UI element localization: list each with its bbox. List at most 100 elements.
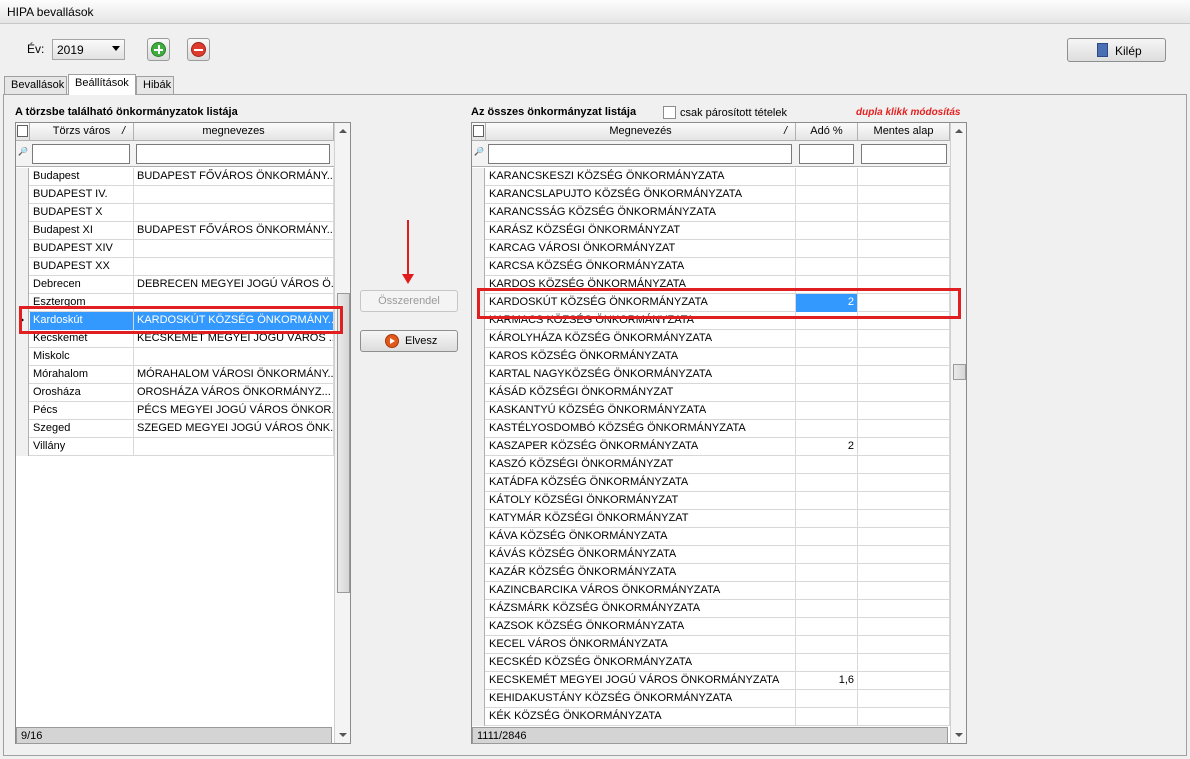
table-row[interactable]: Debrecen DEBRECEN MEGYEI JOGÚ VÁROS Ö...: [16, 276, 334, 294]
cell-exempt[interactable]: [858, 402, 950, 420]
cell-tax[interactable]: [796, 528, 858, 546]
cell-exempt[interactable]: [858, 636, 950, 654]
cell-tax[interactable]: [796, 384, 858, 402]
col-header-name[interactable]: Megnevezés /: [486, 123, 796, 141]
table-row[interactable]: KAROS KÖZSÉG ÖNKORMÁNYZATA: [472, 348, 950, 366]
cell-exempt[interactable]: [858, 618, 950, 636]
cell-exempt[interactable]: [858, 690, 950, 708]
table-row[interactable]: KAZINCBARCIKA VÁROS ÖNKORMÁNYZATA: [472, 582, 950, 600]
cell-tax[interactable]: [796, 276, 858, 294]
cell-exempt[interactable]: [858, 510, 950, 528]
table-row[interactable]: KARANCSLAPUJTO KÖZSÉG ÖNKORMÁNYZATA: [472, 186, 950, 204]
filter-exempt-input[interactable]: [861, 144, 947, 164]
year-select[interactable]: 2019: [52, 39, 125, 60]
table-row[interactable]: BUDAPEST XX: [16, 258, 334, 276]
table-row[interactable]: KARCAG VÁROSI ÖNKORMÁNYZAT: [472, 240, 950, 258]
table-row[interactable]: KASKANTYÚ KÖZSÉG ÖNKORMÁNYZATA: [472, 402, 950, 420]
table-row[interactable]: KÁVA KÖZSÉG ÖNKORMÁNYZATA: [472, 528, 950, 546]
table-row[interactable]: Budapest BUDAPEST FŐVÁROS ÖNKORMÁNY...: [16, 168, 334, 186]
cell-exempt[interactable]: [858, 528, 950, 546]
table-row[interactable]: KARTAL NAGYKÖZSÉG ÖNKORMÁNYZATA: [472, 366, 950, 384]
table-row[interactable]: KÁROLYHÁZA KÖZSÉG ÖNKORMÁNYZATA: [472, 330, 950, 348]
cell-tax[interactable]: [796, 420, 858, 438]
scroll-thumb[interactable]: [953, 364, 966, 380]
col-header-tax[interactable]: Adó %: [796, 123, 858, 141]
exit-button[interactable]: Kilép: [1067, 38, 1166, 62]
table-row[interactable]: KEHIDAKUSTÁNY KÖZSÉG ÖNKORMÁNYZATA: [472, 690, 950, 708]
table-row[interactable]: KÁTOLY KÖZSÉGI ÖNKORMÁNYZAT: [472, 492, 950, 510]
cell-tax[interactable]: [796, 600, 858, 618]
cell-exempt[interactable]: [858, 312, 950, 330]
col-header-name[interactable]: megnevezes: [134, 123, 334, 141]
cell-exempt[interactable]: [858, 168, 950, 186]
cell-tax[interactable]: [796, 240, 858, 258]
table-row[interactable]: Budapest XI BUDAPEST FŐVÁROS ÖNKORMÁNY...: [16, 222, 334, 240]
cell-exempt[interactable]: [858, 420, 950, 438]
cell-exempt[interactable]: [858, 456, 950, 474]
table-row[interactable]: Kardoskút KARDOSKÚT KÖZSÉG ÖNKORMÁNY...: [16, 312, 334, 330]
table-row[interactable]: KARMACS KÖZSÉG ÖNKORMÁNYZATA: [472, 312, 950, 330]
cell-exempt[interactable]: [858, 708, 950, 726]
cell-tax[interactable]: [796, 582, 858, 600]
table-row[interactable]: KECEL VÁROS ÖNKORMÁNYZATA: [472, 636, 950, 654]
col-header-city[interactable]: Törzs város /: [30, 123, 134, 141]
cell-tax[interactable]: [796, 456, 858, 474]
cell-tax[interactable]: [796, 330, 858, 348]
table-row[interactable]: KAZSOK KÖZSÉG ÖNKORMÁNYZATA: [472, 618, 950, 636]
cell-tax[interactable]: [796, 564, 858, 582]
cell-exempt[interactable]: [858, 654, 950, 672]
table-row[interactable]: Pécs PÉCS MEGYEI JOGÚ VÁROS ÖNKOR...: [16, 402, 334, 420]
table-row[interactable]: KARANCSKESZI KÖZSÉG ÖNKORMÁNYZATA: [472, 168, 950, 186]
add-button[interactable]: [147, 38, 170, 61]
cell-tax[interactable]: [796, 636, 858, 654]
cell-tax[interactable]: [796, 510, 858, 528]
left-scrollbar[interactable]: [334, 123, 350, 743]
table-row[interactable]: KASTÉLYOSDOMBÓ KÖZSÉG ÖNKORMÁNYZATA: [472, 420, 950, 438]
cell-exempt[interactable]: [858, 546, 950, 564]
cell-exempt[interactable]: [858, 366, 950, 384]
filter-tax-input[interactable]: [799, 144, 854, 164]
cell-exempt[interactable]: [858, 348, 950, 366]
col-header-exempt[interactable]: Mentes alap: [858, 123, 950, 141]
table-row[interactable]: KARDOS KÖZSÉG ÖNKORMÁNYZATA: [472, 276, 950, 294]
cell-tax[interactable]: 2: [796, 294, 858, 312]
tab-hibak[interactable]: Hibák: [136, 76, 174, 94]
cell-tax[interactable]: [796, 546, 858, 564]
table-row[interactable]: KECSKÉD KÖZSÉG ÖNKORMÁNYZATA: [472, 654, 950, 672]
cell-tax[interactable]: [796, 204, 858, 222]
cell-exempt[interactable]: [858, 384, 950, 402]
cell-exempt[interactable]: [858, 564, 950, 582]
paired-only-checkbox[interactable]: [663, 106, 676, 119]
cell-exempt[interactable]: [858, 492, 950, 510]
table-row[interactable]: Mórahalom MÓRAHALOM VÁROSI ÖNKORMÁNY...: [16, 366, 334, 384]
cell-tax[interactable]: [796, 618, 858, 636]
table-row[interactable]: Esztergom: [16, 294, 334, 312]
filter-city-input[interactable]: [32, 144, 130, 164]
table-row[interactable]: KÁVÁS KÖZSÉG ÖNKORMÁNYZATA: [472, 546, 950, 564]
cell-tax[interactable]: [796, 348, 858, 366]
table-row[interactable]: KARDOSKÚT KÖZSÉG ÖNKORMÁNYZATA 2: [472, 294, 950, 312]
cell-exempt[interactable]: [858, 258, 950, 276]
tab-beallitasok[interactable]: Beállítások: [68, 74, 136, 95]
table-row[interactable]: KÁZSMÁRK KÖZSÉG ÖNKORMÁNYZATA: [472, 600, 950, 618]
table-row[interactable]: KARÁSZ KÖZSÉGI ÖNKORMÁNYZAT: [472, 222, 950, 240]
cell-exempt[interactable]: [858, 276, 950, 294]
cell-tax[interactable]: [796, 402, 858, 420]
cell-tax[interactable]: [796, 492, 858, 510]
cell-exempt[interactable]: [858, 240, 950, 258]
cell-exempt[interactable]: [858, 330, 950, 348]
table-row[interactable]: KÁSÁD KÖZSÉGI ÖNKORMÁNYZAT: [472, 384, 950, 402]
table-row[interactable]: KARCSA KÖZSÉG ÖNKORMÁNYZATA: [472, 258, 950, 276]
cell-exempt[interactable]: [858, 582, 950, 600]
scroll-thumb[interactable]: [337, 293, 350, 593]
cell-tax[interactable]: [796, 690, 858, 708]
cell-exempt[interactable]: [858, 204, 950, 222]
cell-tax[interactable]: [796, 708, 858, 726]
remove-button[interactable]: [187, 38, 210, 61]
cell-tax[interactable]: [796, 222, 858, 240]
cell-exempt[interactable]: [858, 222, 950, 240]
right-scrollbar[interactable]: [950, 123, 966, 743]
cell-tax[interactable]: 1,6: [796, 672, 858, 690]
tab-bevallasok[interactable]: Bevallások: [4, 76, 67, 94]
table-row[interactable]: KÉK KÖZSÉG ÖNKORMÁNYZATA: [472, 708, 950, 726]
